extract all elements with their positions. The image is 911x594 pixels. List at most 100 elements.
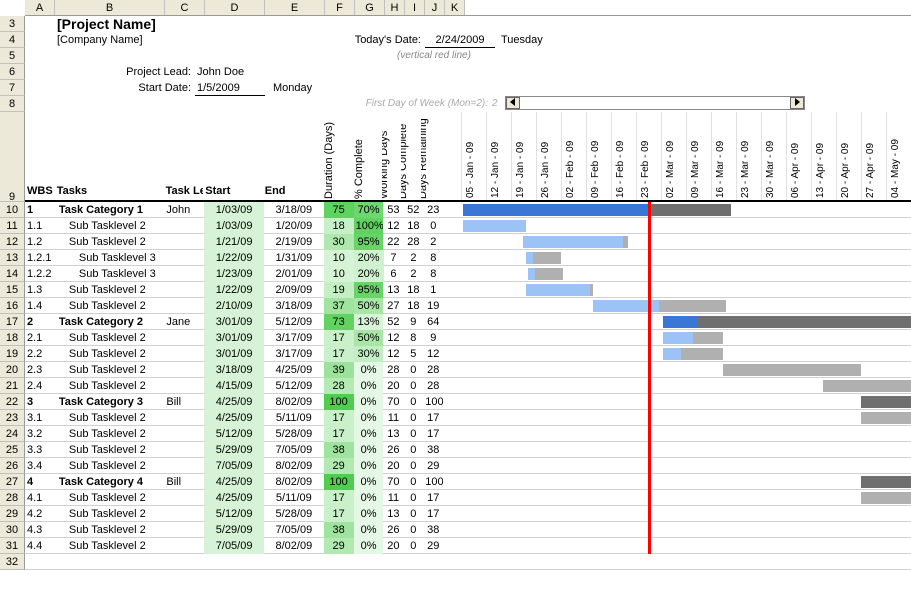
table-row[interactable]: 4.2Sub Tasklevel 25/12/095/28/09170%1301… — [25, 506, 911, 522]
task-dr[interactable]: 28 — [423, 362, 443, 378]
task-lead[interactable] — [164, 266, 204, 282]
task-end[interactable]: 7/05/09 — [264, 442, 324, 458]
row-20[interactable]: 20 — [0, 362, 25, 378]
task-dr[interactable]: 17 — [423, 490, 443, 506]
task-start[interactable]: 1/22/09 — [204, 282, 264, 298]
task-wd[interactable]: 27 — [383, 298, 403, 314]
col-I[interactable]: I — [405, 0, 425, 15]
table-row[interactable]: 3.3Sub Tasklevel 25/29/097/05/09380%2603… — [25, 442, 911, 458]
task-start[interactable]: 3/01/09 — [204, 314, 264, 330]
task-dc[interactable]: 52 — [403, 202, 423, 218]
wbs[interactable]: 4.2 — [25, 506, 55, 522]
task-start[interactable]: 4/25/09 — [204, 490, 264, 506]
task-name[interactable]: Sub Tasklevel 3 — [55, 250, 165, 266]
task-dur[interactable]: 17 — [324, 346, 354, 362]
wbs[interactable]: 1.3 — [25, 282, 55, 298]
task-name[interactable]: Sub Tasklevel 2 — [55, 234, 165, 250]
date-col[interactable]: 30 - Mar - 09 — [761, 112, 786, 200]
task-name[interactable]: Task Category 3 — [55, 394, 165, 410]
task-end[interactable]: 3/18/09 — [264, 202, 324, 218]
task-wd[interactable]: 11 — [383, 410, 403, 426]
task-dc[interactable]: 18 — [403, 298, 423, 314]
task-pct[interactable]: 95% — [354, 234, 384, 250]
wbs[interactable]: 3.3 — [25, 442, 55, 458]
task-lead[interactable] — [164, 218, 204, 234]
task-name[interactable]: Sub Tasklevel 2 — [55, 458, 165, 474]
table-row[interactable]: 4.4Sub Tasklevel 27/05/098/02/09290%2002… — [25, 538, 911, 554]
task-name[interactable]: Task Category 1 — [55, 202, 165, 218]
row-28[interactable]: 28 — [0, 490, 25, 506]
task-dr[interactable]: 2 — [423, 234, 443, 250]
task-dur[interactable]: 29 — [324, 538, 354, 554]
task-wd[interactable]: 13 — [383, 426, 403, 442]
task-pct[interactable]: 20% — [354, 250, 384, 266]
task-dr[interactable]: 100 — [423, 394, 443, 410]
task-name[interactable]: Sub Tasklevel 2 — [55, 506, 165, 522]
task-pct[interactable]: 0% — [354, 474, 384, 490]
col-D[interactable]: D — [205, 0, 265, 15]
row-14[interactable]: 14 — [0, 266, 25, 282]
date-col[interactable]: 12 - Jan - 09 — [486, 112, 511, 200]
table-row[interactable]: 2.2Sub Tasklevel 23/01/093/17/091730%125… — [25, 346, 911, 362]
row-4[interactable]: 4 — [0, 32, 25, 48]
task-lead[interactable] — [164, 458, 204, 474]
row-9[interactable]: 9 — [0, 112, 25, 202]
task-end[interactable]: 5/12/09 — [264, 314, 324, 330]
task-dur[interactable]: 28 — [324, 378, 354, 394]
task-lead[interactable]: Bill — [164, 474, 204, 490]
row-25[interactable]: 25 — [0, 442, 25, 458]
task-wd[interactable]: 12 — [383, 330, 403, 346]
wbs[interactable]: 2.3 — [25, 362, 55, 378]
task-name[interactable]: Task Category 2 — [55, 314, 165, 330]
task-pct[interactable]: 0% — [354, 394, 384, 410]
task-dc[interactable]: 8 — [403, 330, 423, 346]
company-name[interactable]: [Company Name] — [55, 32, 255, 48]
task-wd[interactable]: 52 — [383, 314, 403, 330]
hdr-daysc[interactable]: Days Complete — [401, 124, 411, 199]
task-wd[interactable]: 70 — [383, 394, 403, 410]
task-dr[interactable]: 8 — [423, 266, 443, 282]
table-row[interactable]: 1.2.1Sub Tasklevel 31/22/091/31/091020%7… — [25, 250, 911, 266]
task-dur[interactable]: 38 — [324, 442, 354, 458]
row-30[interactable]: 30 — [0, 522, 25, 538]
task-dr[interactable]: 0 — [423, 218, 443, 234]
task-dc[interactable]: 2 — [403, 266, 423, 282]
task-end[interactable]: 5/11/09 — [264, 410, 324, 426]
task-dr[interactable]: 38 — [423, 522, 443, 538]
gantt-hscroll[interactable] — [505, 96, 805, 110]
col-H[interactable]: H — [385, 0, 405, 15]
task-pct[interactable]: 50% — [354, 330, 384, 346]
task-end[interactable]: 3/17/09 — [264, 346, 324, 362]
col-E[interactable]: E — [265, 0, 325, 15]
task-dc[interactable]: 0 — [403, 426, 423, 442]
table-row[interactable]: 3Task Category 3Bill4/25/098/02/091000%7… — [25, 394, 911, 410]
task-wd[interactable]: 12 — [383, 346, 403, 362]
task-dur[interactable]: 17 — [324, 330, 354, 346]
date-col[interactable]: 23 - Mar - 09 — [736, 112, 761, 200]
first-day-val[interactable]: 2 — [490, 96, 505, 112]
task-dur[interactable]: 39 — [324, 362, 354, 378]
date-col[interactable]: 16 - Feb - 09 — [611, 112, 636, 200]
date-col[interactable]: 02 - Feb - 09 — [561, 112, 586, 200]
task-start[interactable]: 1/22/09 — [204, 250, 264, 266]
row-31[interactable]: 31 — [0, 538, 25, 554]
task-name[interactable]: Sub Tasklevel 2 — [55, 490, 165, 506]
task-dc[interactable]: 28 — [403, 234, 423, 250]
task-dc[interactable]: 0 — [403, 522, 423, 538]
task-name[interactable]: Task Category 4 — [55, 474, 165, 490]
task-dc[interactable]: 18 — [403, 218, 423, 234]
task-dr[interactable]: 1 — [423, 282, 443, 298]
task-dr[interactable]: 23 — [423, 202, 443, 218]
date-col[interactable]: 26 - Jan - 09 — [536, 112, 561, 200]
task-dr[interactable]: 8 — [423, 250, 443, 266]
wbs[interactable]: 4.1 — [25, 490, 55, 506]
task-end[interactable]: 8/02/09 — [264, 458, 324, 474]
wbs[interactable]: 3.2 — [25, 426, 55, 442]
wbs[interactable]: 1.2 — [25, 234, 55, 250]
row-27[interactable]: 27 — [0, 474, 25, 490]
task-lead[interactable] — [164, 330, 204, 346]
task-end[interactable]: 7/05/09 — [264, 522, 324, 538]
task-lead[interactable] — [164, 298, 204, 314]
task-start[interactable]: 4/25/09 — [204, 410, 264, 426]
task-dc[interactable]: 0 — [403, 410, 423, 426]
